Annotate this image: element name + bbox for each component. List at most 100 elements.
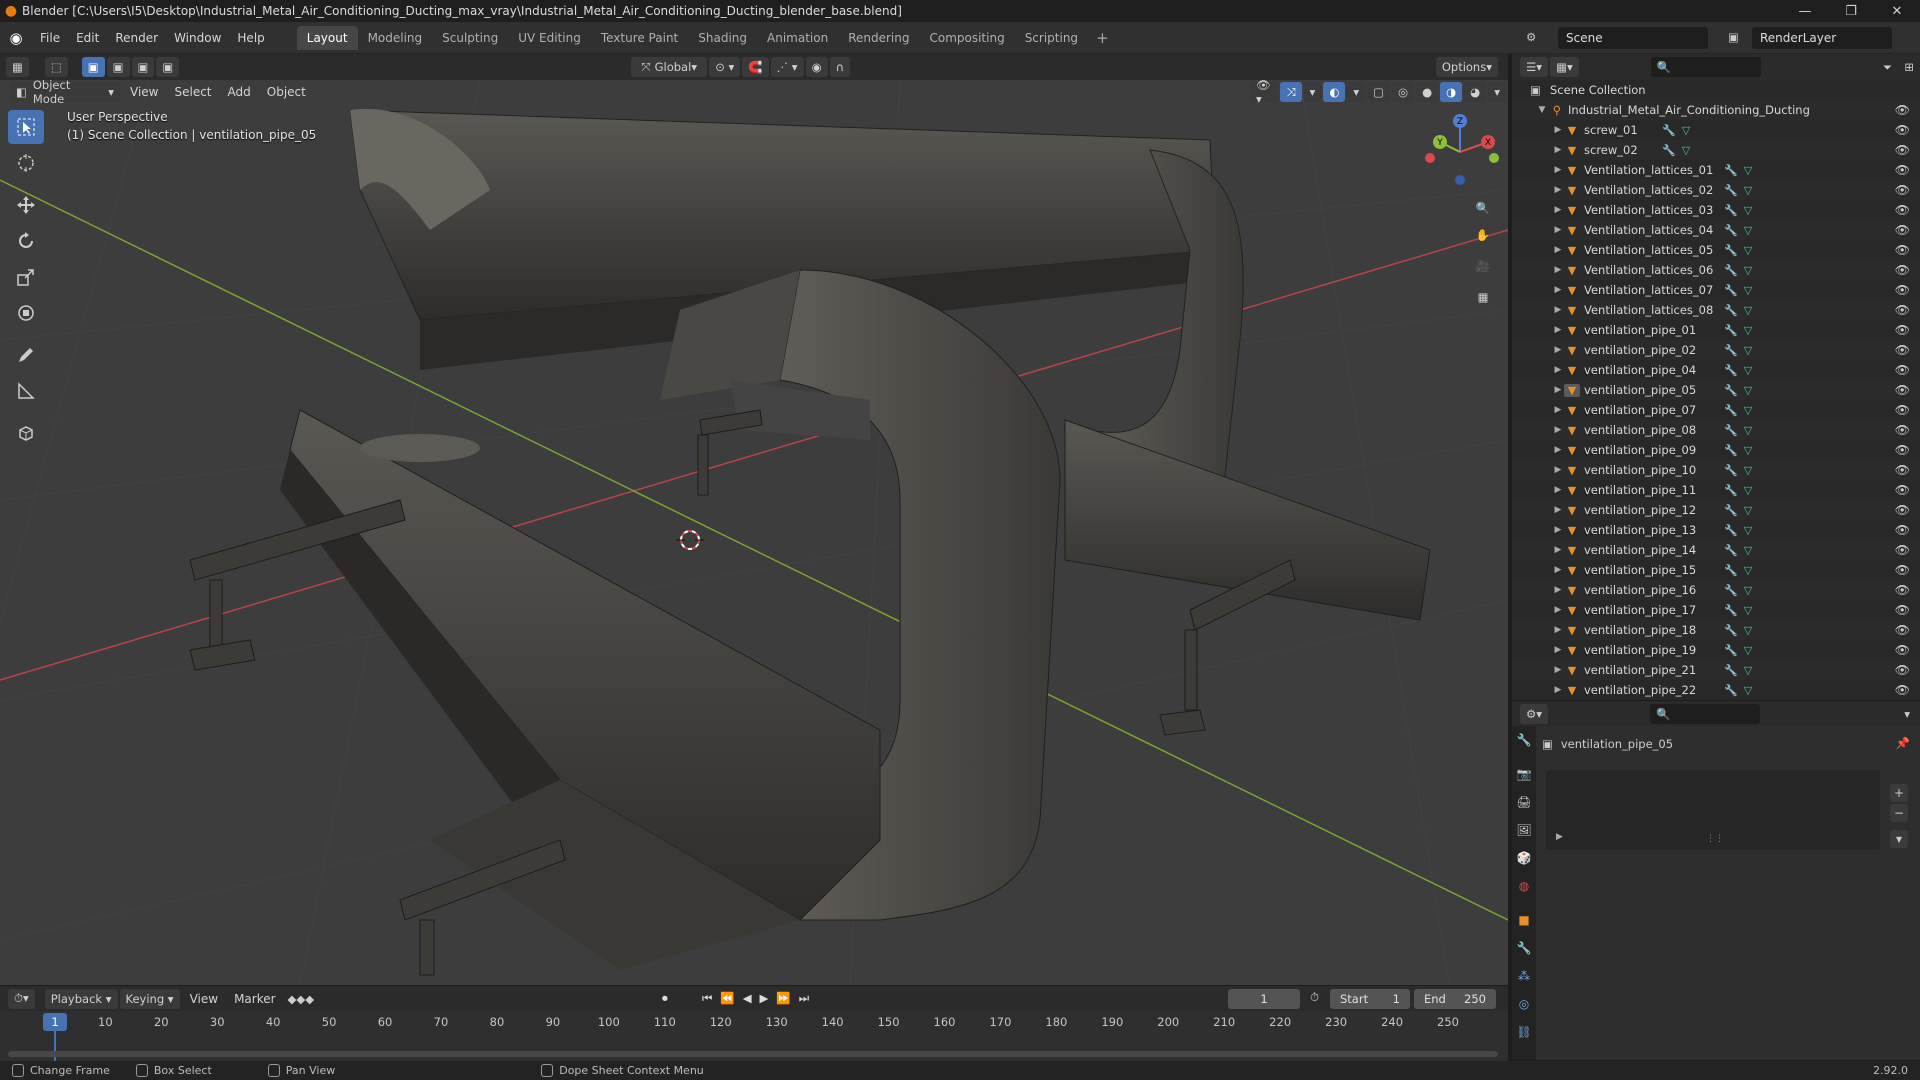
expand-arrow-icon[interactable]: ▶	[1552, 685, 1564, 695]
select-intersect-mode-button[interactable]: ▣	[156, 57, 180, 77]
select-new-mode-button[interactable]: ▣	[81, 57, 105, 77]
outliner-item[interactable]: ▶ ▼ ventilation_pipe_08 🔧 ▽ 👁	[1512, 420, 1920, 440]
proportional-falloff-icon[interactable]: ∩	[829, 57, 851, 77]
eye-icon[interactable]: 👁	[1895, 223, 1910, 237]
expand-arrow-icon[interactable]: ▼	[1536, 105, 1548, 115]
timeline-scrollbar[interactable]	[8, 1051, 1498, 1057]
select-box-tool[interactable]	[8, 110, 44, 144]
mesh-data-icon[interactable]: ▽	[1744, 184, 1752, 197]
pin-icon[interactable]: 📌	[1896, 736, 1910, 750]
eye-icon[interactable]: 👁	[1895, 263, 1910, 277]
rotate-tool[interactable]	[8, 224, 44, 258]
world-tab-icon[interactable]: ◍	[1512, 872, 1536, 900]
close-icon[interactable]: ✕	[1874, 0, 1920, 22]
expand-arrow-icon[interactable]: ▶	[1552, 485, 1564, 495]
eye-icon[interactable]: 👁	[1895, 403, 1910, 417]
physics-tab-icon[interactable]: ◎	[1512, 990, 1536, 1018]
outliner-item[interactable]: ▶ ▼ ventilation_pipe_11 🔧 ▽ 👁	[1512, 480, 1920, 500]
expand-arrow-icon[interactable]: ▶	[1552, 585, 1564, 595]
modifier-icon[interactable]: 🔧	[1724, 664, 1738, 677]
tab-sculpting[interactable]: Sculpting	[432, 26, 508, 50]
tool-tab-icon[interactable]: 🔧	[1512, 726, 1536, 754]
annotate-tool[interactable]	[8, 338, 44, 372]
output-tab-icon[interactable]: 🖨	[1512, 788, 1536, 816]
outliner-item[interactable]: ▶ ▼ ventilation_pipe_17 🔧 ▽ 👁	[1512, 600, 1920, 620]
eye-icon[interactable]: 👁	[1895, 343, 1910, 357]
eye-icon[interactable]: 👁	[1895, 503, 1910, 517]
material-preview-shading-icon[interactable]: ◑	[1440, 82, 1463, 102]
outliner-item[interactable]: ▶ ▼ ventilation_pipe_21 🔧 ▽ 👁	[1512, 660, 1920, 680]
outliner-item[interactable]: ▶ ▼ Ventilation_lattices_01 🔧 ▽ 👁	[1512, 160, 1920, 180]
solid-shading-icon[interactable]: ●	[1416, 82, 1439, 102]
properties-editor-type-icon[interactable]: ⚙▾	[1520, 703, 1549, 724]
expand-arrow-icon[interactable]: ▶	[1552, 245, 1564, 255]
expand-arrow-icon[interactable]: ▶	[1552, 285, 1564, 295]
object-tab-icon[interactable]: ■	[1512, 906, 1536, 934]
scene-icon[interactable]: ⚙	[1526, 30, 1536, 44]
mode-dropdown[interactable]: ◧ Object Mode ▾	[10, 78, 120, 106]
tab-uv-editing[interactable]: UV Editing	[508, 26, 591, 50]
expand-arrow-icon[interactable]: ▶	[1552, 305, 1564, 315]
eye-icon[interactable]: 👁	[1895, 323, 1910, 337]
add-workspace-icon[interactable]: +	[1088, 29, 1117, 47]
outliner-item[interactable]: ▶ ▼ ventilation_pipe_07 🔧 ▽ 👁	[1512, 400, 1920, 420]
outliner-item[interactable]: ▶ ▼ ventilation_pipe_22 🔧 ▽ 👁	[1512, 680, 1920, 700]
snap-toggle-icon[interactable]: 🧲	[742, 57, 769, 77]
scale-tool[interactable]	[8, 260, 44, 294]
mesh-data-icon[interactable]: ▽	[1744, 664, 1752, 677]
outliner-collection[interactable]: ▼ ⚲ Industrial_Metal_Air_Conditioning_Du…	[1512, 100, 1920, 120]
modifier-icon[interactable]: 🔧	[1724, 304, 1738, 317]
mesh-data-icon[interactable]: ▽	[1744, 544, 1752, 557]
mesh-data-icon[interactable]: ▽	[1744, 284, 1752, 297]
measure-tool[interactable]	[8, 374, 44, 408]
eye-icon[interactable]: 👁	[1895, 543, 1910, 557]
end-frame-field[interactable]: End 250	[1414, 989, 1496, 1009]
visibility-dropdown-icon[interactable]: 👁▾	[1250, 78, 1279, 106]
wireframe-shading-icon[interactable]: ◎	[1392, 82, 1415, 102]
view-layer-tab-icon[interactable]: 🖼	[1512, 816, 1536, 844]
outliner-editor-type-icon[interactable]: ☰▾	[1520, 57, 1549, 77]
expand-arrow-icon[interactable]: ▶	[1552, 225, 1564, 235]
rendered-shading-icon[interactable]: ◕	[1464, 82, 1487, 102]
expand-arrow-icon[interactable]: ▶	[1552, 525, 1564, 535]
modifier-icon[interactable]: 🔧	[1662, 144, 1676, 157]
eye-icon[interactable]: 👁	[1895, 683, 1910, 697]
modifier-icon[interactable]: 🔧	[1724, 444, 1738, 457]
mesh-data-icon[interactable]: ▽	[1744, 524, 1752, 537]
expand-arrow-icon[interactable]: ▶	[1552, 645, 1564, 655]
restore-icon[interactable]: ❐	[1828, 0, 1874, 22]
keying-menu[interactable]: Keying ▾	[119, 988, 180, 1009]
menu-edit[interactable]: Edit	[68, 31, 107, 45]
expand-arrow-icon[interactable]: ▶	[1552, 445, 1564, 455]
eye-icon[interactable]: 👁	[1895, 483, 1910, 497]
new-collection-icon[interactable]: ⊞	[1904, 60, 1914, 74]
modifier-icon[interactable]: 🔧	[1724, 324, 1738, 337]
modifier-icon[interactable]: 🔧	[1724, 604, 1738, 617]
remove-slot-button[interactable]: −	[1890, 804, 1908, 822]
xray-toggle-icon[interactable]: ▢	[1367, 82, 1391, 102]
expand-arrow-icon[interactable]: ▶	[1552, 185, 1564, 195]
constraints-tab-icon[interactable]: ⛓	[1512, 1018, 1536, 1046]
menu-select[interactable]: Select	[166, 85, 219, 99]
overlay-dropdown-icon[interactable]: ▾	[1347, 82, 1366, 102]
play-icon[interactable]: ▶	[760, 991, 769, 1006]
outliner-scene-collection[interactable]: ▣ Scene Collection	[1512, 80, 1920, 100]
select-tool-button[interactable]: ⬚	[44, 57, 68, 77]
mesh-data-icon[interactable]: ▽	[1744, 464, 1752, 477]
outliner-item[interactable]: ▶ ▼ ventilation_pipe_09 🔧 ▽ 👁	[1512, 440, 1920, 460]
start-frame-field[interactable]: Start 1	[1330, 989, 1410, 1009]
modifier-icon[interactable]: 🔧	[1724, 624, 1738, 637]
eye-icon[interactable]: 👁	[1895, 583, 1910, 597]
record-button-icon[interactable]: ⏺	[662, 991, 668, 1006]
outliner-item[interactable]: ▶ ▼ ventilation_pipe_13 🔧 ▽ 👁	[1512, 520, 1920, 540]
outliner-search-field[interactable]: 🔍	[1650, 57, 1761, 77]
blender-menu-icon[interactable]: ◉	[0, 29, 32, 47]
expand-arrow-icon[interactable]: ▶	[1552, 465, 1564, 475]
mesh-data-icon[interactable]: ▽	[1744, 304, 1752, 317]
keyframe-icons[interactable]: ◆◆◆	[288, 992, 315, 1006]
select-extend-mode-button[interactable]: ▣	[106, 57, 130, 77]
menu-add[interactable]: Add	[220, 85, 259, 99]
orthographic-grid-icon[interactable]: ▦	[1470, 284, 1496, 310]
outliner-item[interactable]: ▶ ▼ ventilation_pipe_15 🔧 ▽ 👁	[1512, 560, 1920, 580]
list-expand-icon[interactable]: ▶	[1556, 832, 1563, 842]
